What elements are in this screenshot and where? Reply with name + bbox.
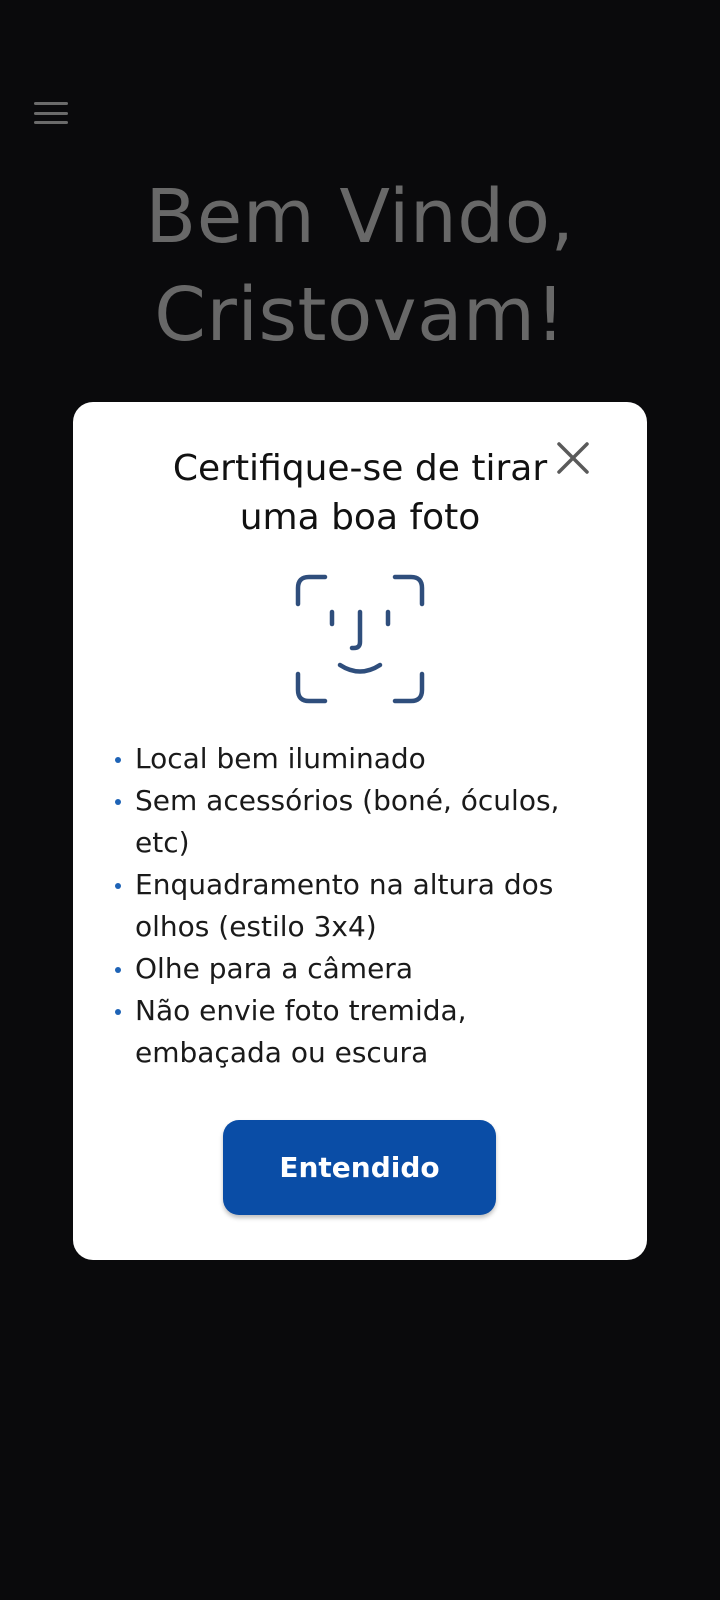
welcome-line-1: Bem Vindo, (145, 174, 575, 260)
dialog-title: Certifique-se de tirar uma boa foto (133, 444, 587, 542)
bullet-dot (115, 883, 121, 889)
dialog-title-line-2: uma boa foto (239, 497, 481, 538)
bullet-dot (115, 757, 121, 763)
dialog-title-line-1: Certifique-se de tirar (172, 448, 548, 489)
bullet-dot (115, 967, 121, 973)
bullet-dot (115, 1009, 121, 1015)
photo-tips-dialog: Certifique-se de tirar uma boa foto Loca… (73, 402, 647, 1260)
list-item: Local bem iluminado (111, 738, 611, 780)
menu-line (34, 111, 68, 115)
face-id-icon (295, 574, 425, 704)
app-screen: Bem Vindo, Cristovam! Certifique-se de t… (0, 0, 720, 1600)
list-item: Olhe para a câmera (111, 948, 611, 990)
menu-line (34, 102, 68, 105)
tip-text: Não envie foto tremida, embaçada ou escu… (135, 994, 467, 1069)
list-item: Sem acessórios (boné, óculos, etc) (111, 780, 611, 864)
menu-line (34, 121, 68, 124)
tip-text: Sem acessórios (boné, óculos, etc) (135, 784, 560, 859)
welcome-line-2: Cristovam! (154, 272, 566, 358)
understood-button[interactable]: Entendido (223, 1120, 496, 1215)
list-item: Não envie foto tremida, embaçada ou escu… (111, 990, 611, 1074)
tip-text: Enquadramento na altura dos olhos (estil… (135, 868, 554, 943)
close-icon[interactable] (553, 438, 593, 478)
bullet-dot (115, 799, 121, 805)
hamburger-menu-icon[interactable] (30, 96, 72, 130)
tip-text: Olhe para a câmera (135, 952, 413, 985)
list-item: Enquadramento na altura dos olhos (estil… (111, 864, 611, 948)
photo-tips-list: Local bem iluminado Sem acessórios (boné… (111, 738, 611, 1074)
welcome-heading: Bem Vindo, Cristovam! (0, 168, 720, 364)
tip-text: Local bem iluminado (135, 742, 426, 775)
